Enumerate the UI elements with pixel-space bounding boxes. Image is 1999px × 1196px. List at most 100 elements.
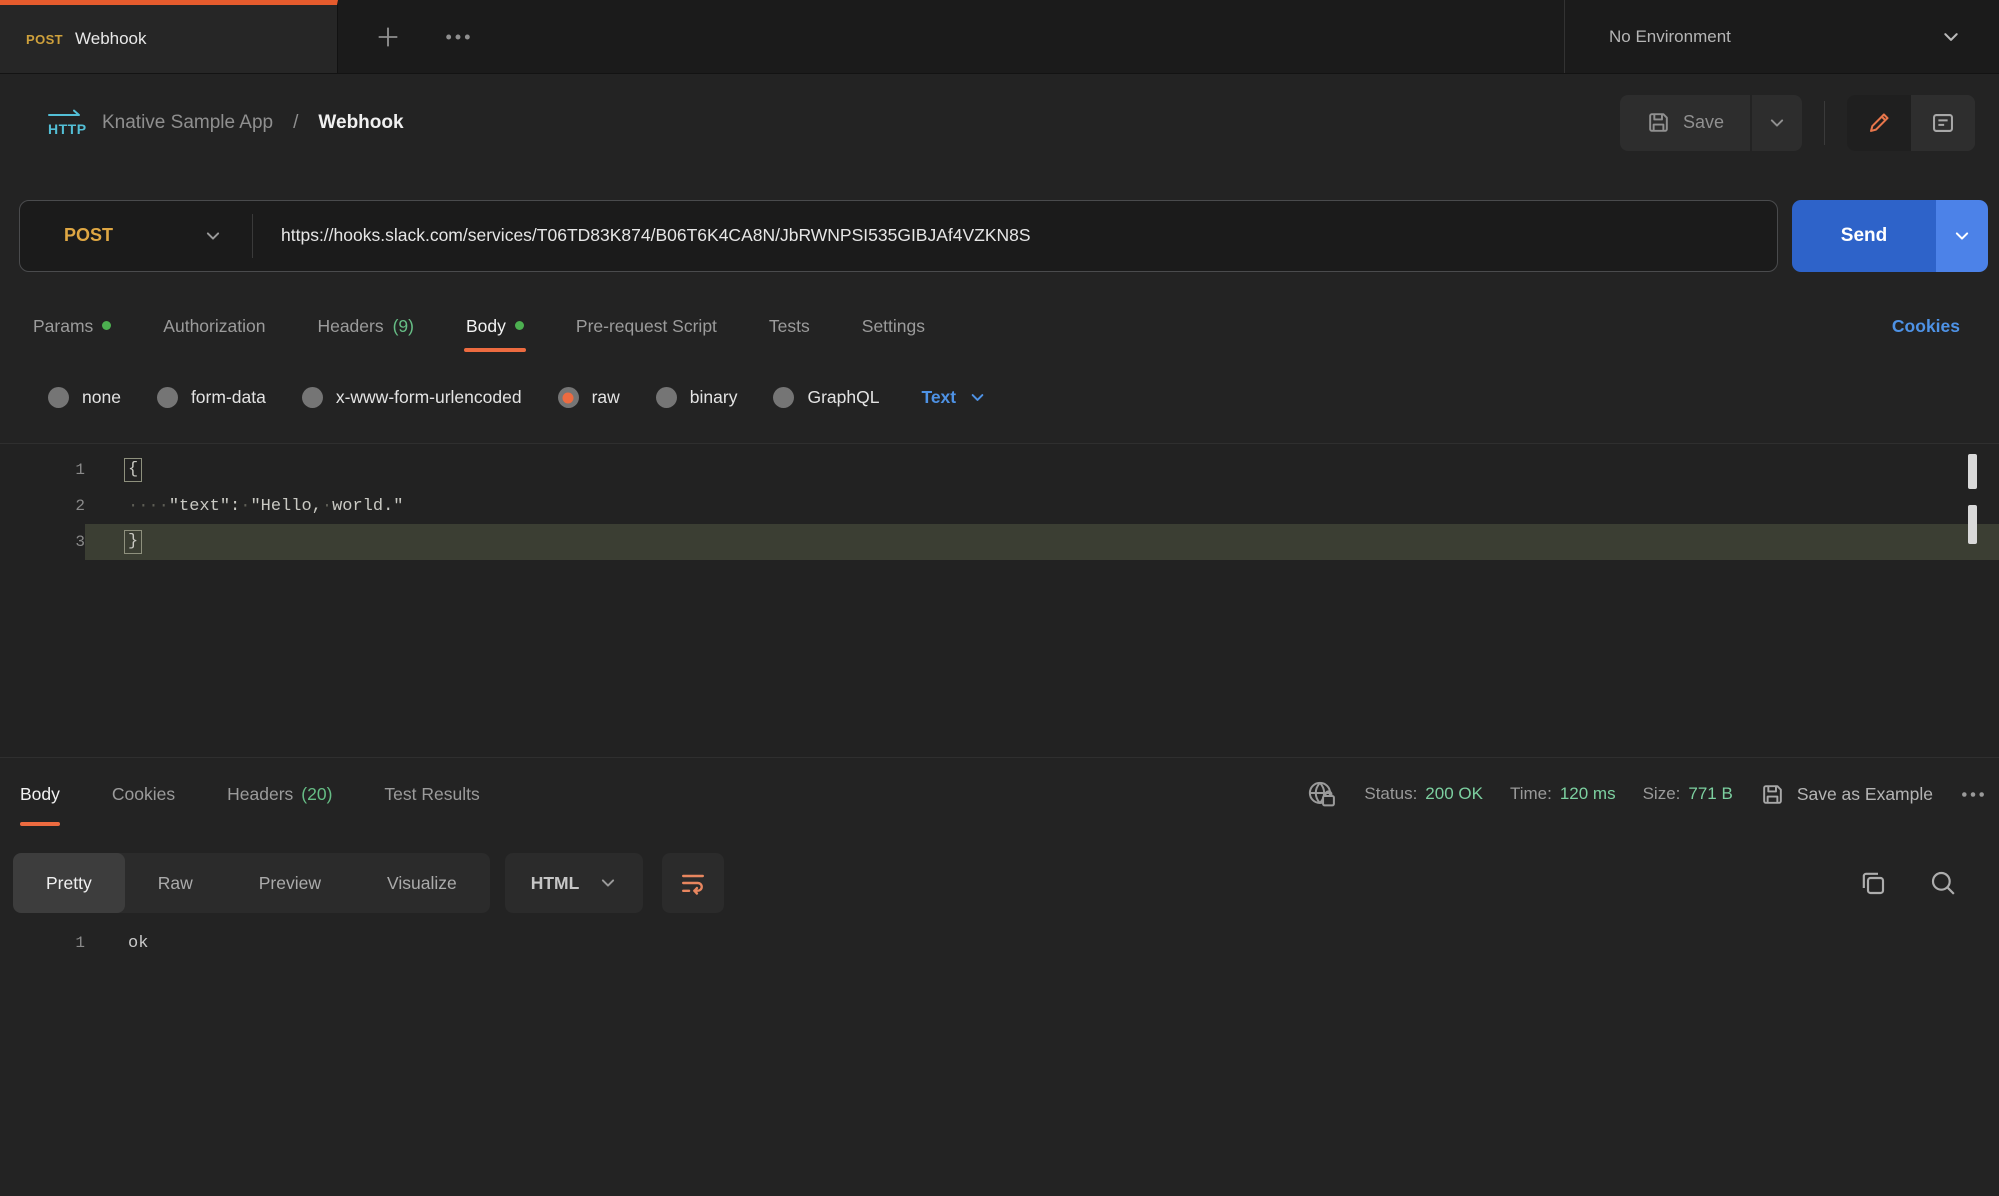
response-line-content: ok (128, 934, 148, 953)
response-options-button[interactable] (1960, 790, 1986, 799)
tab-label: Cookies (112, 784, 175, 805)
response-view-switcher: Pretty Raw Preview Visualize (13, 853, 490, 913)
chevron-down-icon (204, 227, 222, 245)
wrap-lines-button[interactable] (662, 853, 724, 913)
search-response-button[interactable] (1928, 868, 1958, 898)
tab-title: Webhook (75, 29, 147, 49)
tab-label: Authorization (163, 316, 265, 337)
tab-options-button[interactable] (444, 32, 472, 42)
response-tab-headers[interactable]: Headers (20) (227, 758, 332, 830)
environment-selector[interactable]: No Environment (1564, 0, 1999, 73)
body-type-graphql[interactable]: GraphQL (773, 387, 879, 408)
pencil-icon (1866, 110, 1892, 136)
view-pretty[interactable]: Pretty (13, 853, 125, 913)
editor-scrollbar-mark[interactable] (1968, 505, 1977, 544)
body-type-none[interactable]: none (48, 387, 121, 408)
whitespace-dots: ···· (128, 497, 169, 516)
radio-icon (302, 387, 323, 408)
editor-line-active: 3 } (0, 524, 1999, 560)
cookies-link[interactable]: Cookies (1892, 316, 1960, 337)
save-as-example-button[interactable]: Save as Example (1760, 782, 1933, 807)
tab-pre-request-script[interactable]: Pre-request Script (576, 300, 717, 352)
save-button-group: Save (1620, 95, 1802, 151)
topbar: POST Webhook No Environment (0, 0, 1999, 74)
save-icon (1760, 782, 1785, 807)
body-dot (515, 321, 524, 330)
send-button[interactable]: Send (1792, 200, 1936, 272)
tab-params[interactable]: Params (33, 300, 111, 352)
request-tabs: Params Authorization Headers (9) Body Pr… (0, 300, 1999, 352)
view-raw[interactable]: Raw (125, 853, 226, 913)
raw-language-select[interactable]: Text (921, 387, 986, 408)
radio-selected-icon (558, 387, 579, 408)
send-options-button[interactable] (1936, 200, 1988, 272)
request-body-editor[interactable]: 1 { 2 ····"text":·"Hello,·world." 3 } (0, 443, 1999, 758)
tab-body[interactable]: Body (466, 300, 524, 352)
copy-response-button[interactable] (1858, 868, 1888, 898)
time-badge: Time: 120 ms (1510, 784, 1616, 804)
search-icon (1928, 868, 1958, 898)
body-type-binary[interactable]: binary (656, 387, 738, 408)
save-label: Save (1683, 112, 1724, 133)
chevron-down-icon (1953, 227, 1971, 245)
environment-label: No Environment (1609, 27, 1731, 47)
code-text: world." (332, 497, 403, 516)
body-type-form-data[interactable]: form-data (157, 387, 266, 408)
method-selector[interactable]: POST (20, 201, 252, 271)
wrap-text-icon (679, 869, 707, 897)
status-badge: Status: 200 OK (1364, 784, 1483, 804)
tab-label: Headers (227, 784, 293, 805)
send-button-group: Send (1792, 200, 1988, 272)
chevron-down-icon (969, 389, 986, 406)
radio-label: GraphQL (807, 387, 879, 408)
status-value: 200 OK (1425, 784, 1483, 804)
new-tab-button[interactable] (374, 23, 402, 51)
response-tab-body[interactable]: Body (20, 758, 60, 830)
tab-settings[interactable]: Settings (862, 300, 925, 352)
url-input[interactable]: https://hooks.slack.com/services/T06TD83… (253, 225, 1031, 246)
view-visualize[interactable]: Visualize (354, 853, 490, 913)
tab-headers[interactable]: Headers (9) (317, 300, 414, 352)
tab-label: Pre-request Script (576, 316, 717, 337)
headers-count: (9) (393, 316, 414, 337)
editor-scrollbar-mark[interactable] (1968, 454, 1977, 489)
response-body-viewer[interactable]: 1 ok (0, 921, 1999, 953)
editor-line: 2 ····"text":·"Hello,·world." (0, 488, 1999, 524)
edit-request-button[interactable] (1847, 95, 1911, 151)
body-type-raw[interactable]: raw (558, 387, 620, 408)
format-selector[interactable]: HTML (505, 853, 644, 913)
save-as-example-label: Save as Example (1797, 784, 1933, 805)
save-button[interactable]: Save (1620, 95, 1750, 151)
editor-line: 1 { (0, 452, 1999, 488)
comment-button[interactable] (1911, 95, 1975, 151)
network-globe-lock-icon[interactable] (1306, 779, 1337, 810)
breadcrumb-workspace[interactable]: Knative Sample App (102, 112, 273, 134)
url-row: POST https://hooks.slack.com/services/T0… (0, 171, 1999, 300)
breadcrumb-request-name: Webhook (318, 112, 403, 134)
radio-label: binary (690, 387, 738, 408)
request-tab[interactable]: POST Webhook (0, 0, 338, 73)
size-value: 771 B (1688, 784, 1732, 804)
save-icon (1646, 110, 1671, 135)
response-tab-cookies[interactable]: Cookies (112, 758, 175, 830)
save-options-button[interactable] (1752, 95, 1802, 151)
toolbar-divider (1824, 101, 1825, 145)
response-toolbar-icons (1858, 868, 1958, 898)
response-headers-count: (20) (301, 784, 332, 805)
body-type-x-www-form-urlencoded[interactable]: x-www-form-urlencoded (302, 387, 522, 408)
line-content: } (85, 524, 1999, 560)
chevron-down-icon (1941, 27, 1961, 47)
copy-icon (1858, 868, 1888, 898)
tab-label: Body (20, 784, 60, 805)
response-tab-test-results[interactable]: Test Results (384, 758, 479, 830)
request-header-row: HTTP Knative Sample App / Webhook Save (0, 74, 1999, 171)
params-dot (102, 321, 111, 330)
tab-tests[interactable]: Tests (769, 300, 810, 352)
pane-toggle-group (1847, 95, 1975, 151)
size-label: Size: (1643, 784, 1681, 804)
radio-label: raw (592, 387, 620, 408)
whitespace-dots: · (322, 497, 332, 516)
response-meta: Status: 200 OK Time: 120 ms Size: 771 B … (1306, 779, 1986, 810)
tab-authorization[interactable]: Authorization (163, 300, 265, 352)
view-preview[interactable]: Preview (226, 853, 354, 913)
